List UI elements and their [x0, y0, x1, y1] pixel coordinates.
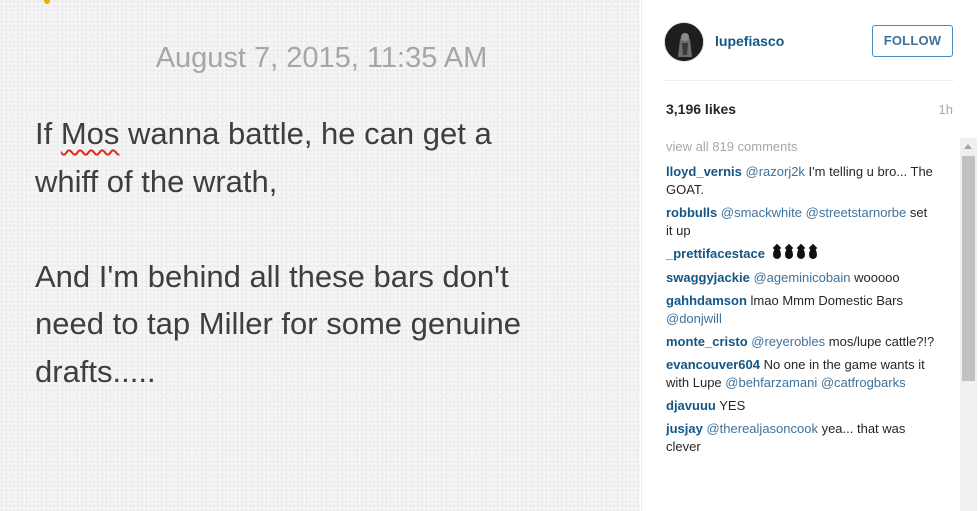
comment-username-link[interactable]: robbulls — [666, 205, 717, 220]
note-line: need to tap Miller for some genuine — [35, 306, 521, 341]
comment-username-link[interactable]: _prettifacestace — [666, 246, 765, 261]
comment-text: lmao Mmm Domestic Bars — [750, 293, 903, 308]
comment-mention-link[interactable]: @behfarzamani — [725, 375, 817, 390]
note-text: If — [35, 116, 61, 151]
note-line: whiff of the wrath, — [35, 163, 278, 199]
username-link[interactable]: lupefiasco — [715, 33, 784, 49]
comments-scrollbar[interactable] — [960, 138, 977, 511]
avatar-image — [665, 23, 703, 61]
post-sidebar: lupefiasco FOLLOW 3,196 likes 1h view al… — [641, 0, 979, 511]
comment-item: jusjay @therealjasoncook yea... that was… — [666, 420, 936, 456]
comment-item: evancouver604 No one in the game wants i… — [666, 356, 936, 392]
note-text: wanna battle, he can get a — [119, 116, 492, 151]
likes-count[interactable]: 3,196 likes — [666, 101, 736, 117]
drop-icon — [784, 248, 793, 259]
view-all-comments-link[interactable]: view all 819 comments — [666, 138, 962, 156]
note-date: August 7, 2015, 11:35 AM — [155, 42, 488, 74]
note-line: And I'm behind all these bars don't — [35, 258, 509, 294]
comment-username-link[interactable]: monte_cristo — [666, 334, 748, 349]
comment-mention-link[interactable]: @reyerobles — [751, 334, 825, 349]
comment-mention-link[interactable]: @donjwill — [666, 311, 722, 326]
comment-mention-link[interactable]: @ageminicobain — [753, 270, 850, 285]
comments-list[interactable]: view all 819 comments lloyd_vernis @razo… — [666, 138, 962, 511]
drop-icon — [796, 248, 805, 259]
comment-username-link[interactable]: evancouver604 — [666, 357, 760, 372]
spellcheck-flagged-word: Mos — [60, 116, 120, 151]
comment-item: swaggyjackie @ageminicobain wooooo — [666, 269, 936, 287]
comment-item: lloyd_vernis @razorj2k I'm telling u bro… — [666, 163, 936, 199]
comment-username-link[interactable]: djavuuu — [666, 398, 716, 413]
comment-mention-link[interactable]: @razorj2k — [746, 164, 805, 179]
scroll-thumb[interactable] — [962, 156, 975, 381]
emoji-group — [772, 246, 821, 264]
comment-mention-link[interactable]: @streetstarnorbe — [806, 205, 907, 220]
drop-icon — [808, 248, 817, 259]
comment-username-link[interactable]: swaggyjackie — [666, 270, 750, 285]
comment-item: _prettifacestace — [666, 245, 936, 264]
avatar[interactable] — [664, 22, 704, 62]
comment-mention-link[interactable]: @therealjasoncook — [706, 421, 817, 436]
comments-container: lloyd_vernis @razorj2k I'm telling u bro… — [666, 163, 962, 456]
header-divider — [664, 80, 954, 81]
post-image: August 7, 2015, 11:35 AM If Mos wanna ba… — [0, 0, 640, 511]
comment-username-link[interactable]: gahhdamson — [666, 293, 747, 308]
comment-username-link[interactable]: jusjay — [666, 421, 703, 436]
comment-item: monte_cristo @reyerobles mos/lupe cattle… — [666, 333, 936, 351]
comment-text: wooooo — [850, 270, 900, 285]
comment-mention-link[interactable]: @smackwhite — [721, 205, 802, 220]
comment-item: gahhdamson lmao Mmm Domestic Bars @donjw… — [666, 292, 936, 328]
comment-text: mos/lupe cattle?!? — [825, 334, 935, 349]
comment-item: djavuuu YES — [666, 397, 936, 415]
yellow-marker — [44, 0, 50, 4]
note-line-blank — [35, 205, 615, 253]
comment-text: YES — [719, 398, 746, 413]
comment-mention-link[interactable]: @catfrogbarks — [821, 375, 906, 390]
comment-username-link[interactable]: lloyd_vernis — [666, 164, 742, 179]
note-line: drafts..... — [35, 353, 156, 389]
follow-button[interactable]: FOLLOW — [872, 25, 953, 57]
note-body: If Mos wanna battle, he can get a whiff … — [35, 110, 615, 395]
drop-icon — [772, 248, 781, 259]
comment-item: robbulls @smackwhite @streetstarnorbe se… — [666, 204, 936, 240]
scroll-up-arrow-icon[interactable] — [960, 138, 977, 155]
note-line: If Mos wanna battle, he can get a — [35, 110, 615, 158]
post-header: lupefiasco FOLLOW — [642, 0, 979, 80]
post-timestamp[interactable]: 1h — [939, 102, 953, 117]
